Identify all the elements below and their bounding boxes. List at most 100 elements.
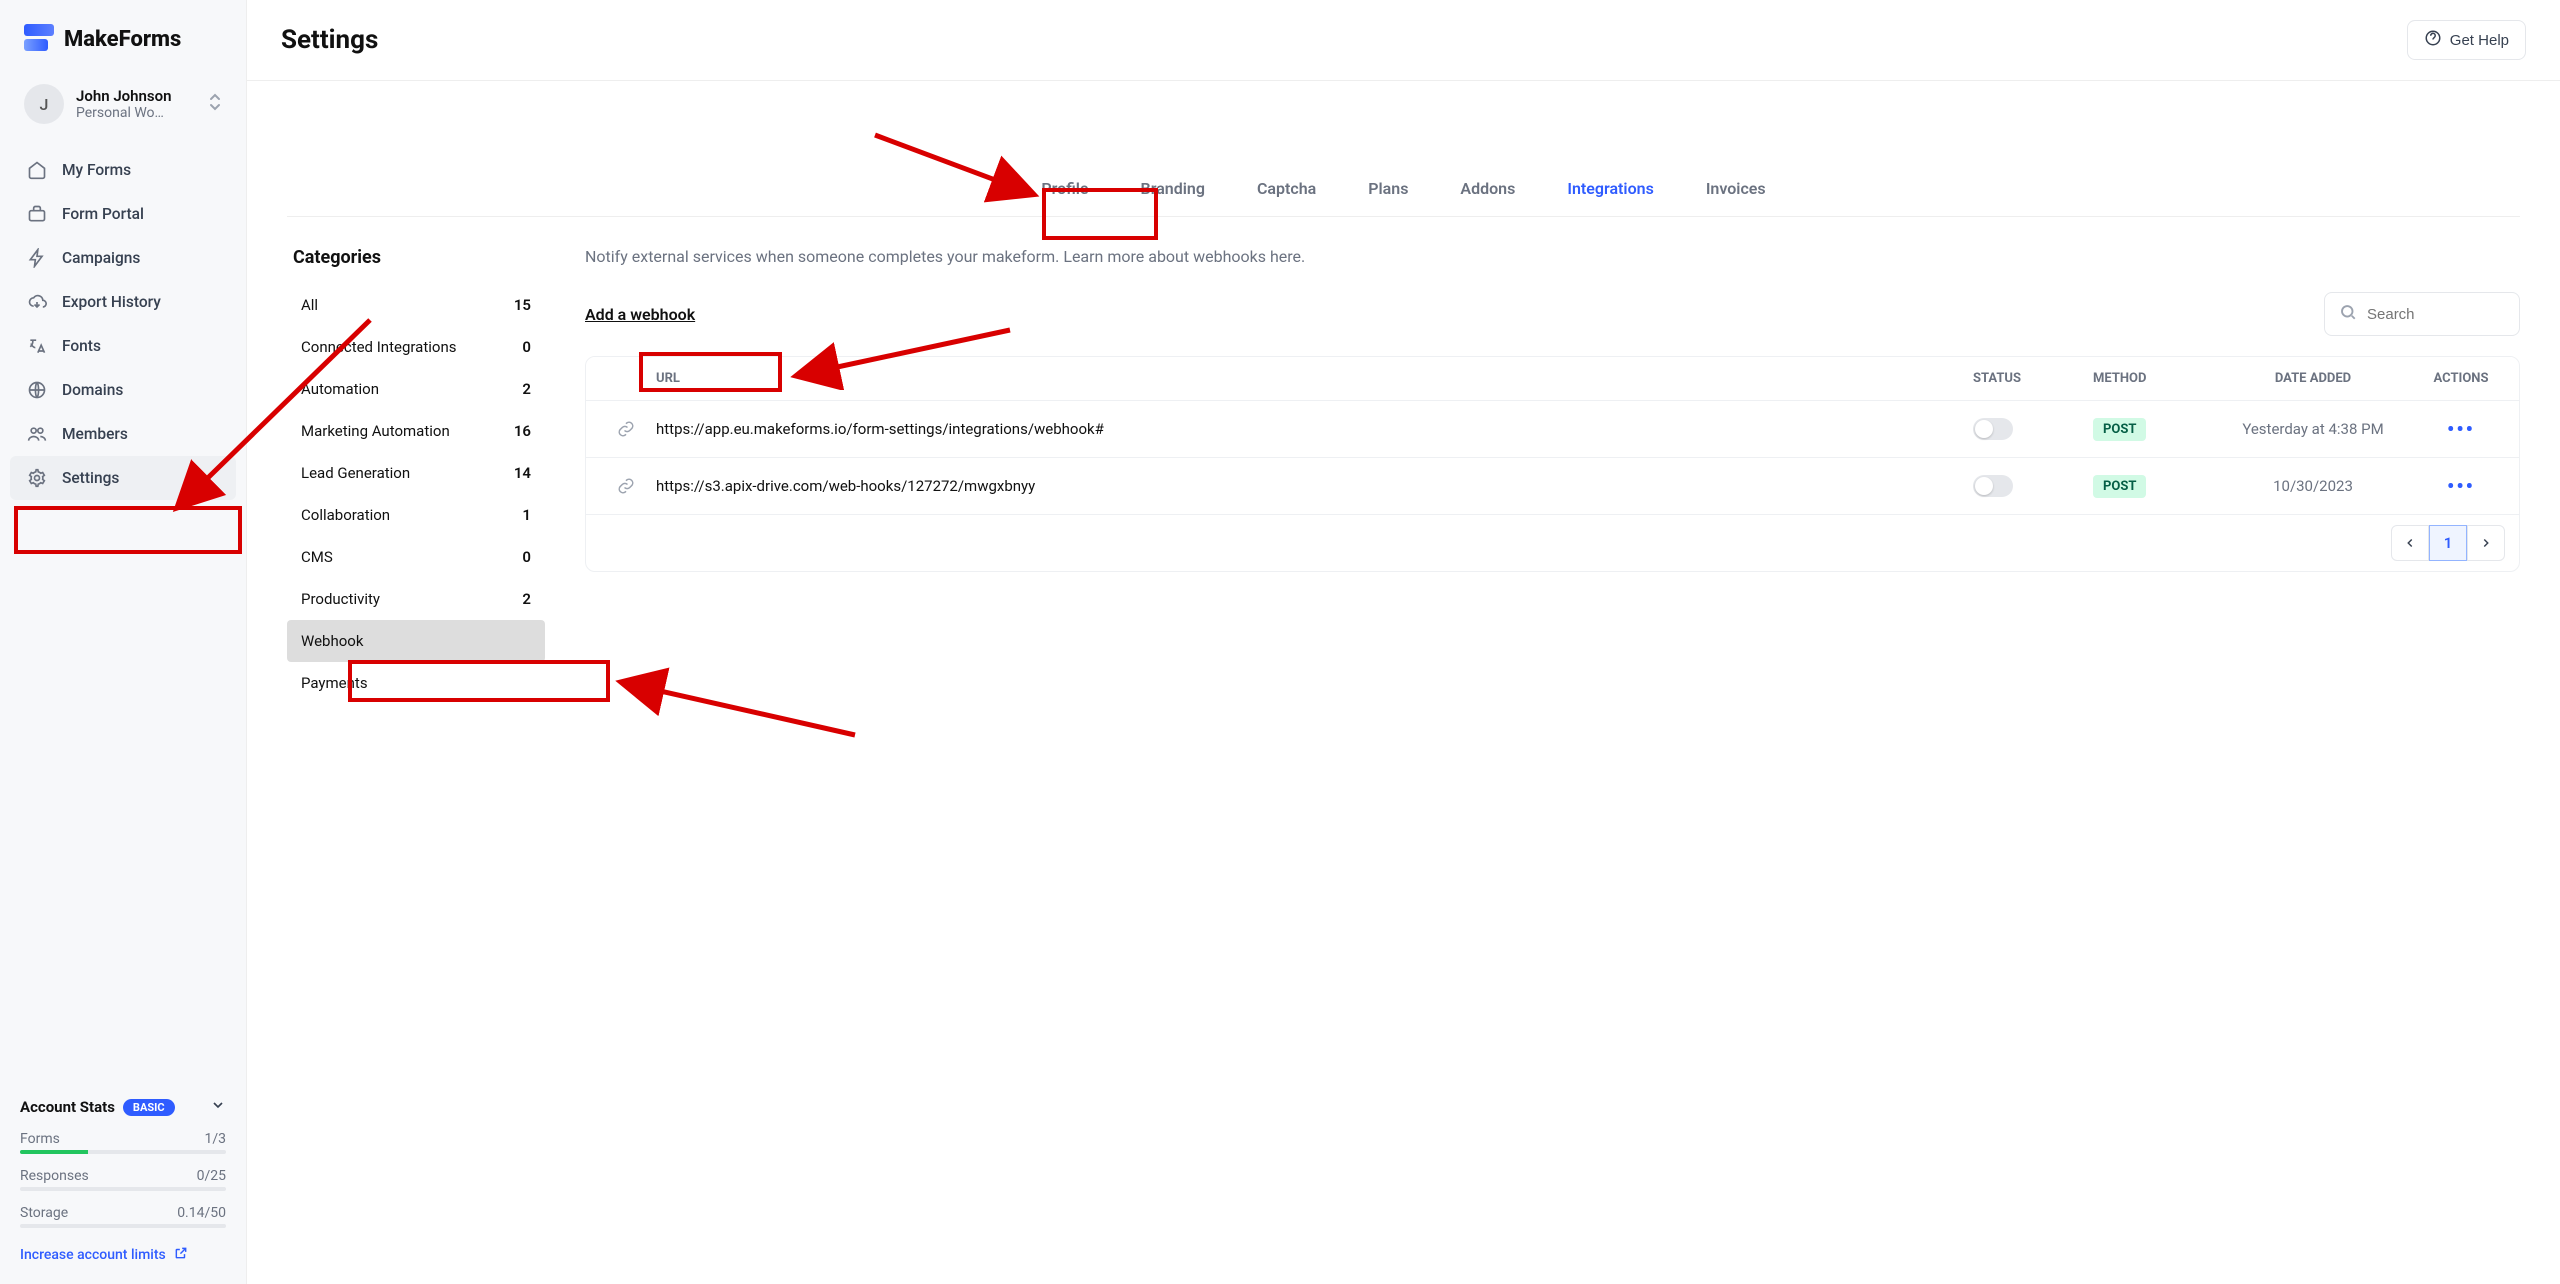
col-status: STATUS (1973, 371, 2093, 386)
sidebar-item-form-portal[interactable]: Form Portal (10, 192, 236, 236)
sidebar-item-label: Members (62, 425, 128, 443)
pager-page-1[interactable]: 1 (2429, 525, 2467, 561)
date-cell: Yesterday at 4:38 PM (2213, 417, 2413, 441)
col-method: METHOD (2093, 371, 2213, 386)
briefcase-icon (26, 204, 48, 224)
settings-tabs: Profile Branding Captcha Plans Addons In… (287, 169, 2520, 217)
panel-toolbar: Add a webhook (585, 292, 2520, 336)
bolt-icon (26, 248, 48, 268)
pager-prev-button[interactable] (2391, 525, 2429, 561)
cat-payments[interactable]: Payments (287, 662, 545, 704)
sidebar-item-export-history[interactable]: Export History (10, 280, 236, 324)
increase-limits-link[interactable]: Increase account limits (20, 1246, 226, 1264)
method-pill: POST (2093, 475, 2146, 498)
users-icon (26, 424, 48, 444)
link-icon (596, 474, 656, 498)
workspace-switcher[interactable]: J John Johnson Personal Wo… (0, 72, 246, 142)
sidebar-item-label: Fonts (62, 337, 101, 355)
tab-addons[interactable]: Addons (1456, 169, 1519, 216)
workspace-user: John Johnson (76, 87, 196, 105)
cat-productivity[interactable]: Productivity2 (287, 578, 545, 620)
link-icon (596, 417, 656, 441)
sidebar-item-label: Domains (62, 381, 123, 399)
search-box[interactable] (2324, 292, 2520, 336)
sidebar-item-label: Settings (62, 469, 119, 487)
app-root: MakeForms J John Johnson Personal Wo… My… (0, 0, 2560, 1284)
col-date: DATE ADDED (2213, 371, 2413, 386)
sidebar-item-campaigns[interactable]: Campaigns (10, 236, 236, 280)
sidebar-item-label: Form Portal (62, 205, 144, 223)
get-help-button[interactable]: Get Help (2407, 20, 2526, 60)
translate-icon (26, 336, 48, 356)
plan-pill: BASIC (123, 1099, 175, 1116)
sidebar-nav: My Forms Form Portal Campaigns Export Hi… (0, 142, 246, 506)
sidebar-item-fonts[interactable]: Fonts (10, 324, 236, 368)
sidebar-item-my-forms[interactable]: My Forms (10, 148, 236, 192)
stat-responses: Responses0/25 (20, 1168, 226, 1191)
status-cell (1973, 474, 2093, 498)
cat-connected[interactable]: Connected Integrations0 (287, 326, 545, 368)
cat-marketing-automation[interactable]: Marketing Automation16 (287, 410, 545, 452)
brand: MakeForms (0, 20, 246, 72)
url-cell: https://s3.apix-drive.com/web-hooks/1272… (656, 474, 1973, 498)
table-row: https://app.eu.makeforms.io/form-setting… (586, 401, 2519, 458)
status-toggle[interactable] (1973, 475, 2013, 497)
cat-all[interactable]: All15 (287, 284, 545, 326)
pager-next-button[interactable] (2467, 525, 2505, 561)
workspace-name: Personal Wo… (76, 105, 196, 121)
brand-logo-icon (24, 24, 54, 54)
sidebar-item-label: My Forms (62, 161, 131, 179)
stat-storage: Storage0.14/50 (20, 1205, 226, 1228)
content: Profile Branding Captcha Plans Addons In… (247, 81, 2560, 734)
tab-integrations[interactable]: Integrations (1563, 169, 1657, 216)
cat-automation[interactable]: Automation2 (287, 368, 545, 410)
cat-webhook[interactable]: Webhook (287, 620, 545, 662)
account-stats: Account Stats BASIC Forms1/3 Responses0/… (0, 1081, 246, 1264)
page-title: Settings (281, 25, 378, 55)
account-stats-header[interactable]: Account Stats BASIC (20, 1097, 226, 1117)
col-url: URL (656, 371, 1973, 386)
method-cell: POST (2093, 417, 2213, 441)
split-layout: Categories All15 Connected Integrations0… (287, 247, 2520, 704)
tab-invoices[interactable]: Invoices (1702, 169, 1770, 216)
sidebar-item-label: Export History (62, 293, 161, 311)
table-row: https://s3.apix-drive.com/web-hooks/1272… (586, 458, 2519, 515)
main: Settings Get Help Profile Branding Captc… (247, 0, 2560, 1284)
tab-profile[interactable]: Profile (1037, 169, 1092, 216)
cloud-download-icon (26, 292, 48, 312)
sidebar-item-domains[interactable]: Domains (10, 368, 236, 412)
tab-plans[interactable]: Plans (1364, 169, 1412, 216)
cat-cms[interactable]: CMS0 (287, 536, 545, 578)
avatar: J (24, 84, 64, 124)
webhook-table: URL STATUS METHOD DATE ADDED ACTIONS htt… (585, 356, 2520, 572)
add-webhook-link[interactable]: Add a webhook (585, 305, 695, 324)
chevron-down-icon (210, 1097, 226, 1117)
external-link-icon (174, 1246, 188, 1264)
chevron-updown-icon (208, 92, 222, 116)
tab-captcha[interactable]: Captcha (1253, 169, 1320, 216)
panel: Notify external services when someone co… (585, 247, 2520, 704)
row-actions-button[interactable]: ••• (2413, 417, 2509, 441)
sidebar-item-settings[interactable]: Settings (10, 456, 236, 500)
table-pagination: 1 (586, 515, 2519, 571)
stats-title: Account Stats (20, 1098, 115, 1116)
sidebar-item-members[interactable]: Members (10, 412, 236, 456)
home-icon (26, 160, 48, 180)
cat-lead-generation[interactable]: Lead Generation14 (287, 452, 545, 494)
gear-icon (26, 468, 48, 488)
tab-branding[interactable]: Branding (1137, 169, 1209, 216)
search-input[interactable] (2367, 306, 2505, 323)
status-toggle[interactable] (1973, 418, 2013, 440)
cat-collaboration[interactable]: Collaboration1 (287, 494, 545, 536)
stat-forms: Forms1/3 (20, 1131, 226, 1154)
description-text: Notify external services when someone co… (585, 247, 2520, 266)
sidebar-item-label: Campaigns (62, 249, 140, 267)
method-pill: POST (2093, 418, 2146, 441)
method-cell: POST (2093, 474, 2213, 498)
search-icon (2339, 303, 2357, 325)
brand-name: MakeForms (64, 27, 181, 52)
date-cell: 10/30/2023 (2213, 474, 2413, 498)
row-actions-button[interactable]: ••• (2413, 474, 2509, 498)
categories-title: Categories (287, 247, 545, 268)
col-actions: ACTIONS (2413, 371, 2509, 386)
